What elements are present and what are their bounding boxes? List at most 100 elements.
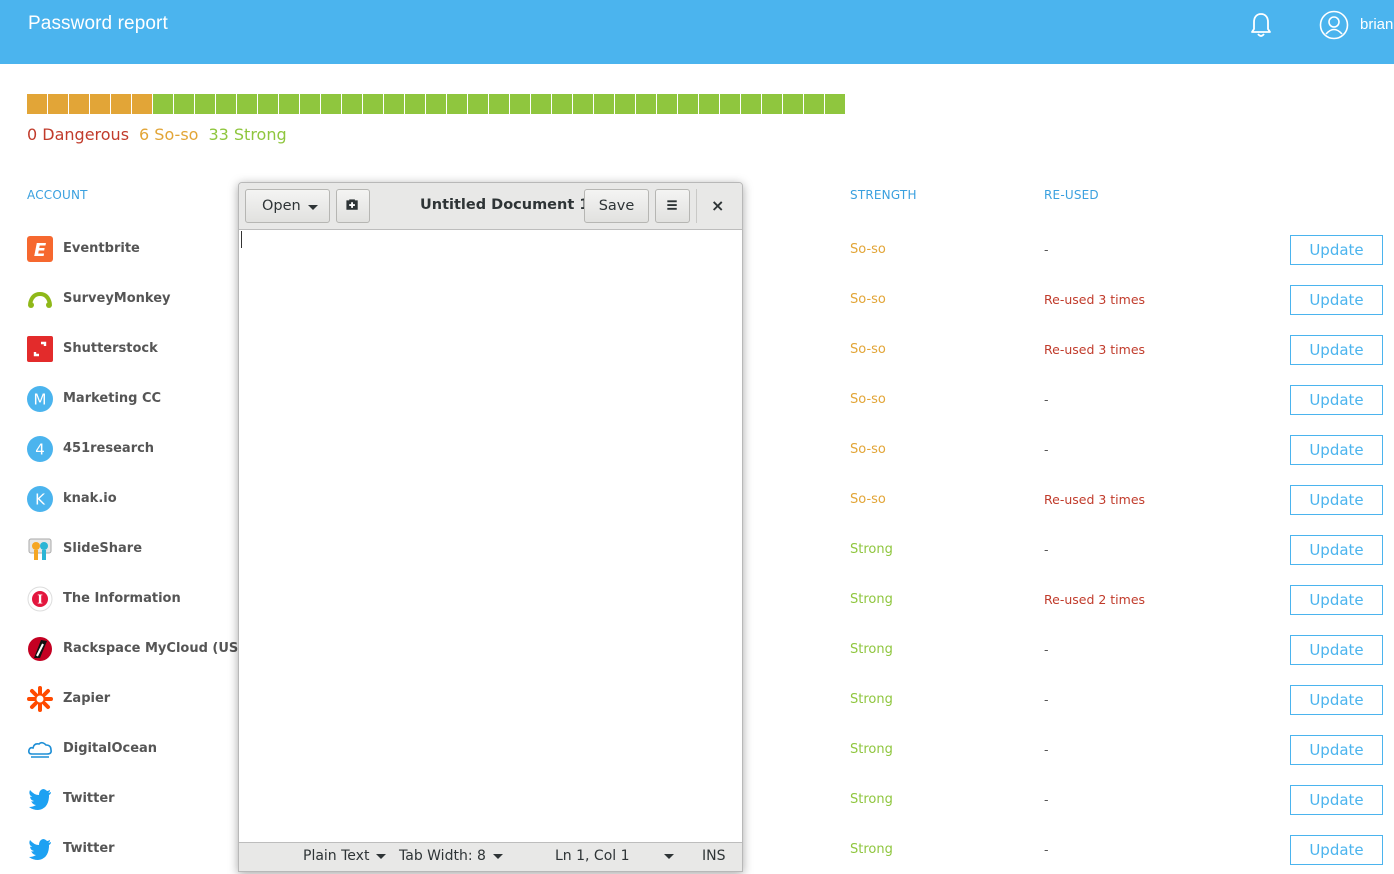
account-name[interactable]: Shutterstock — [63, 341, 158, 356]
update-button[interactable]: Update — [1290, 385, 1383, 415]
account-name[interactable]: Marketing CC — [63, 391, 161, 406]
update-button[interactable]: Update — [1290, 635, 1383, 665]
soso-segment — [111, 94, 131, 114]
reused-value: - — [1044, 642, 1049, 657]
account-name[interactable]: 451research — [63, 441, 154, 456]
user-name[interactable]: brian — [1360, 16, 1393, 33]
account-name[interactable]: SurveyMonkey — [63, 291, 171, 306]
close-button[interactable]: × — [711, 196, 724, 215]
update-button[interactable]: Update — [1290, 835, 1383, 865]
reused-value: - — [1044, 392, 1049, 407]
app-header: Password report brian — [0, 0, 1394, 64]
strong-segment — [636, 94, 656, 114]
letter-m-icon: M — [27, 386, 53, 412]
new-document-button[interactable] — [336, 189, 370, 223]
chevron-down-icon — [664, 853, 674, 859]
language-label: Plain Text — [303, 848, 370, 864]
strong-segment — [174, 94, 194, 114]
save-button[interactable]: Save — [584, 189, 649, 223]
strong-segment — [237, 94, 257, 114]
strong-segment — [195, 94, 215, 114]
menu-button[interactable] — [655, 189, 690, 223]
update-button[interactable]: Update — [1290, 585, 1383, 615]
account-name[interactable]: Eventbrite — [63, 241, 140, 256]
column-header-strength[interactable]: STRENGTH — [850, 188, 917, 202]
svg-text:K: K — [35, 491, 46, 509]
strength-value: Strong — [850, 692, 893, 707]
strong-segment — [216, 94, 236, 114]
strength-value: So-so — [850, 492, 886, 507]
reused-value: Re-used 3 times — [1044, 492, 1146, 507]
column-header-reused[interactable]: RE-USED — [1044, 188, 1099, 202]
reused-value: - — [1044, 792, 1049, 807]
reused-value: - — [1044, 542, 1049, 557]
strong-segment — [447, 94, 467, 114]
bell-icon[interactable] — [1249, 11, 1273, 39]
position-menu[interactable] — [657, 848, 674, 864]
soso-segment — [90, 94, 110, 114]
account-name[interactable]: The Information — [63, 591, 181, 606]
cursor-position-label: Ln 1, Col 1 — [555, 848, 630, 864]
strong-segment — [258, 94, 278, 114]
strong-segment — [384, 94, 404, 114]
letter-k-icon: K — [27, 486, 53, 512]
strong-segment — [594, 94, 614, 114]
strong-segment — [342, 94, 362, 114]
svg-text:4: 4 — [35, 441, 45, 459]
update-button[interactable]: Update — [1290, 335, 1383, 365]
account-name[interactable]: DigitalOcean — [63, 741, 157, 756]
update-button[interactable]: Update — [1290, 285, 1383, 315]
strength-value: So-so — [850, 342, 886, 357]
twitter-icon — [27, 836, 53, 862]
account-name[interactable]: SlideShare — [63, 541, 142, 556]
reused-value: - — [1044, 692, 1049, 707]
strong-segment — [615, 94, 635, 114]
update-button[interactable]: Update — [1290, 785, 1383, 815]
strength-value: So-so — [850, 292, 886, 307]
strong-segment — [678, 94, 698, 114]
account-name[interactable]: knak.io — [63, 491, 117, 506]
cursor-position[interactable]: Ln 1, Col 1 — [555, 848, 630, 864]
strong-segment — [405, 94, 425, 114]
strong-segment — [153, 94, 173, 114]
strong-segment — [720, 94, 740, 114]
strong-segment — [531, 94, 551, 114]
column-header-account[interactable]: ACCOUNT — [27, 188, 88, 202]
account-name[interactable]: Zapier — [63, 691, 110, 706]
new-tab-icon — [346, 199, 358, 210]
soso-count: 6 So-so — [139, 125, 199, 144]
account-name[interactable]: Twitter — [63, 791, 115, 806]
strength-value: So-so — [850, 442, 886, 457]
chevron-down-icon — [492, 853, 503, 859]
update-button[interactable]: Update — [1290, 235, 1383, 265]
language-selector[interactable]: Plain Text — [303, 848, 387, 864]
strong-segment — [321, 94, 341, 114]
strength-value: Strong — [850, 792, 893, 807]
update-button[interactable]: Update — [1290, 735, 1383, 765]
strength-value: Strong — [850, 642, 893, 657]
strong-segment — [657, 94, 677, 114]
strength-value: Strong — [850, 842, 893, 857]
digitalocean-icon — [27, 736, 53, 762]
account-name[interactable]: Twitter — [63, 841, 115, 856]
avatar-icon[interactable] — [1319, 10, 1349, 40]
insert-mode[interactable]: INS — [702, 848, 726, 864]
strong-segment — [426, 94, 446, 114]
strong-segment — [825, 94, 845, 114]
twitter-icon — [27, 786, 53, 812]
text-editor-window[interactable]: Open Untitled Document 1 Save × Plain Te… — [238, 182, 743, 872]
open-button[interactable]: Open — [245, 189, 330, 223]
update-button[interactable]: Update — [1290, 535, 1383, 565]
editor-statusbar: Plain Text Tab Width: 8 Ln 1, Col 1 INS — [239, 842, 742, 871]
zapier-icon — [27, 686, 53, 712]
strength-summary: 0 Dangerous 6 So-so 33 Strong — [27, 125, 287, 144]
account-name[interactable]: Rackspace MyCloud (US) — [63, 641, 244, 656]
update-button[interactable]: Update — [1290, 485, 1383, 515]
dangerous-count: 0 Dangerous — [27, 125, 130, 144]
tab-width-selector[interactable]: Tab Width: 8 — [399, 848, 503, 864]
soso-segment — [132, 94, 152, 114]
update-button[interactable]: Update — [1290, 435, 1383, 465]
update-button[interactable]: Update — [1290, 685, 1383, 715]
soso-segment — [69, 94, 89, 114]
strong-segment — [363, 94, 383, 114]
